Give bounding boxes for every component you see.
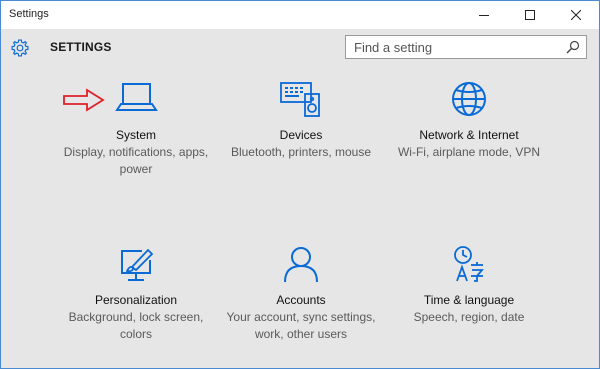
devices-icon <box>280 82 320 117</box>
tile-description: Wi-Fi, airplane mode, VPN <box>397 145 541 159</box>
tile-time-language[interactable]: Time & language Speech, region, date <box>384 246 554 326</box>
close-icon <box>571 10 581 20</box>
window-controls <box>461 1 599 29</box>
paint-icon <box>121 248 154 281</box>
person-icon <box>284 247 318 282</box>
title-bar[interactable]: Settings <box>1 1 599 29</box>
tile-personalization[interactable]: Personalization Background, lock screen,… <box>51 246 221 343</box>
gear-icon <box>11 39 29 57</box>
tile-description: Bluetooth, printers, mouse <box>230 145 372 159</box>
tile-description: Speech, region, date <box>413 310 525 324</box>
tile-devices[interactable]: Devices Bluetooth, printers, mouse <box>216 81 386 161</box>
page-title: SETTINGS <box>50 40 112 54</box>
laptop-icon <box>115 83 158 111</box>
search-input[interactable] <box>354 36 560 58</box>
tile-accounts[interactable]: Accounts Your account, sync settings, wo… <box>216 246 386 343</box>
tile-system[interactable]: System Display, notifications, apps, pow… <box>51 81 221 178</box>
tile-title: System <box>115 128 156 142</box>
maximize-button[interactable] <box>507 1 553 29</box>
globe-icon <box>452 82 486 116</box>
maximize-icon <box>525 10 535 20</box>
tile-title: Time & language <box>423 293 515 307</box>
tile-description: Background, lock screen, colors <box>68 310 204 341</box>
search-box[interactable] <box>345 35 587 59</box>
time-language-icon <box>454 246 484 282</box>
minimize-icon <box>479 15 489 16</box>
tile-description: Display, notifications, apps, power <box>63 145 209 176</box>
close-button[interactable] <box>553 1 599 29</box>
tile-title: Accounts <box>276 293 326 307</box>
tile-title: Devices <box>279 128 323 142</box>
minimize-button[interactable] <box>461 1 507 29</box>
tile-title: Network & Internet <box>419 128 519 142</box>
settings-window: Settings SETTINGS Find a setting System … <box>0 0 600 369</box>
tile-description: Your account, sync settings, work, other… <box>226 310 376 341</box>
window-title: Settings <box>9 8 49 20</box>
tile-network[interactable]: Network & Internet Wi-Fi, airplane mode,… <box>384 81 554 161</box>
settings-header: SETTINGS <box>1 29 599 67</box>
search-icon[interactable] <box>566 40 580 54</box>
tile-title: Personalization <box>94 293 178 307</box>
